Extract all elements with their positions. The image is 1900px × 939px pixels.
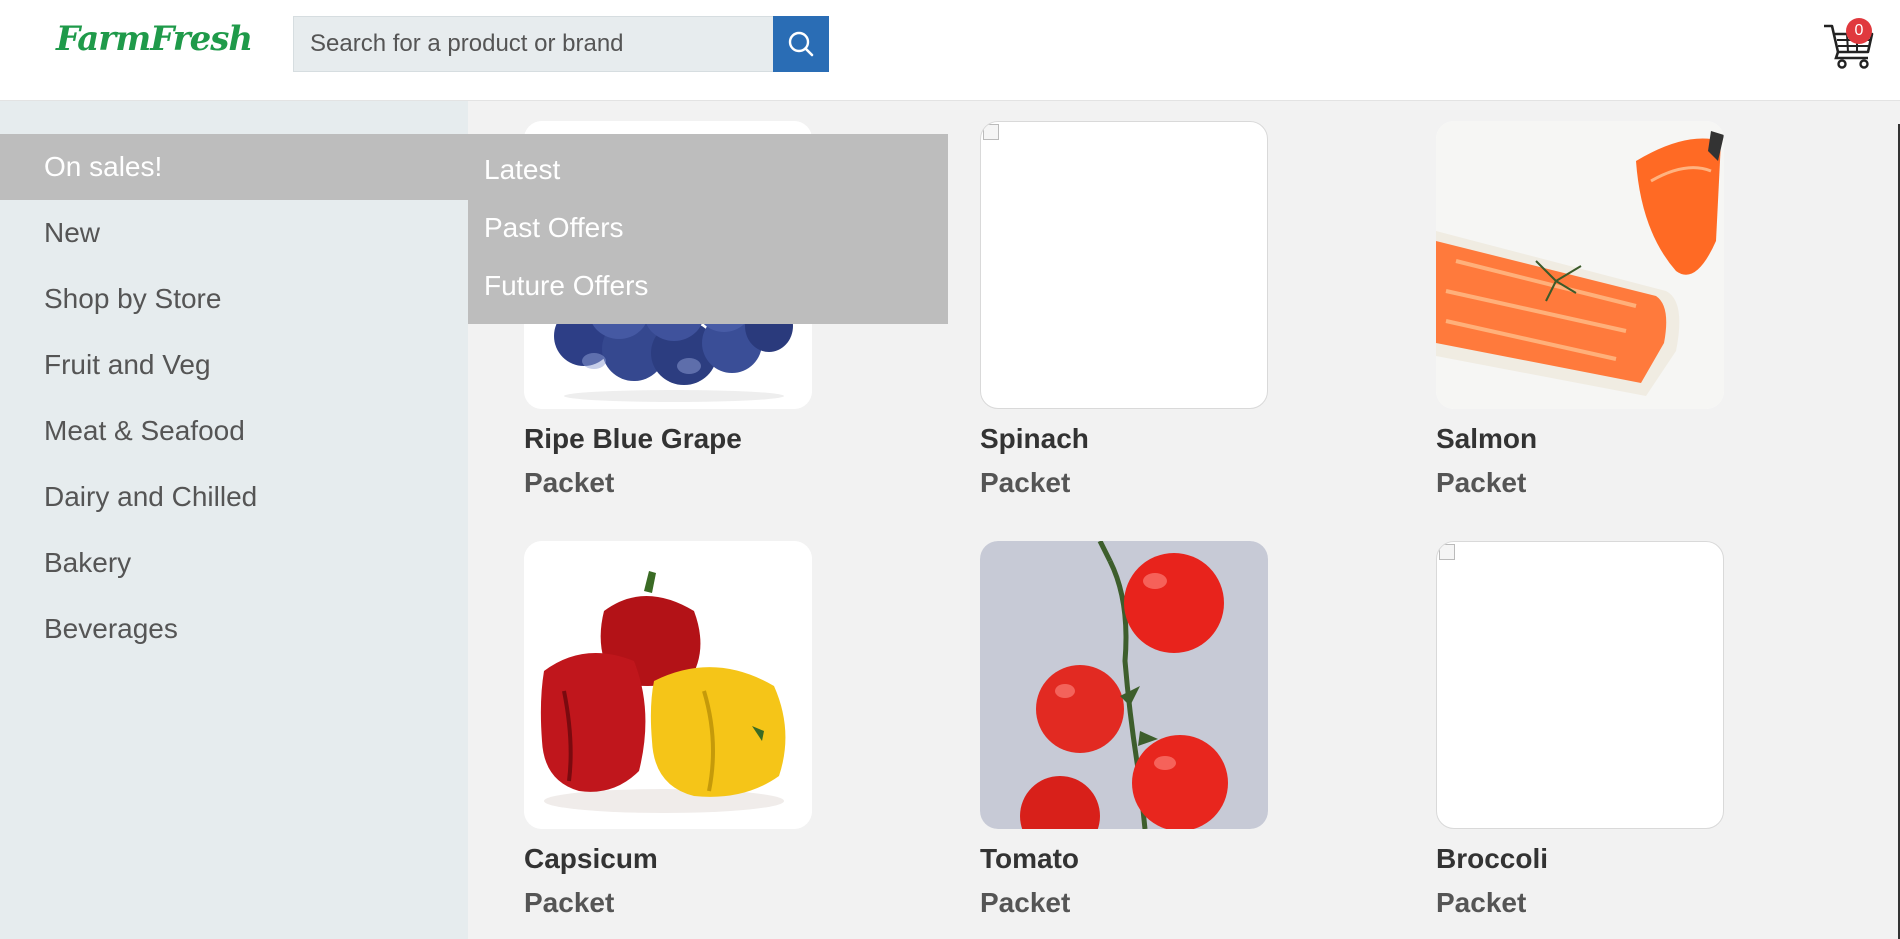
product-card[interactable]: Tomato Packet (980, 541, 1270, 919)
product-name[interactable]: Salmon (1436, 423, 1726, 455)
product-name[interactable]: Broccoli (1436, 843, 1726, 875)
cart-count-badge: 0 (1846, 18, 1872, 44)
salmon-image (1436, 121, 1724, 409)
product-name[interactable]: Ripe Blue Grape (524, 423, 814, 455)
farmfresh-logo[interactable]: FarmFresh (52, 14, 253, 64)
broken-image-icon (1439, 544, 1455, 560)
search-button[interactable] (773, 16, 829, 72)
sidebar-item-on-sales[interactable]: On sales! (0, 134, 468, 200)
product-image[interactable] (980, 121, 1268, 409)
sidebar-item-fruit-and-veg[interactable]: Fruit and Veg (0, 332, 468, 398)
product-card[interactable]: Capsicum Packet (524, 541, 814, 919)
submenu-item-latest[interactable]: Latest (484, 154, 560, 186)
product-name[interactable]: Capsicum (524, 843, 814, 875)
product-card[interactable]: Salmon Packet (1436, 121, 1726, 499)
product-unit: Packet (980, 467, 1071, 498)
logo-text: FarmFresh (56, 19, 253, 59)
product-unit: Packet (1436, 467, 1527, 498)
product-unit: Packet (524, 467, 615, 498)
submenu-item-past-offers[interactable]: Past Offers (484, 212, 624, 244)
product-card[interactable]: Broccoli Packet (1436, 541, 1726, 919)
sidebar-item-beverages[interactable]: Beverages (0, 596, 468, 662)
product-unit: Packet (980, 887, 1071, 918)
sidebar-item-dairy-chilled[interactable]: Dairy and Chilled (0, 464, 468, 530)
sidebar-item-shop-by-store[interactable]: Shop by Store (0, 266, 468, 332)
category-sidebar: On sales! New Shop by Store Fruit and Ve… (0, 101, 468, 939)
broken-image-icon (983, 124, 999, 140)
product-image[interactable] (524, 541, 812, 829)
submenu-item-future-offers[interactable]: Future Offers (484, 270, 648, 302)
sidebar-item-new[interactable]: New (0, 200, 468, 266)
product-name[interactable]: Spinach (980, 423, 1270, 455)
tomato-image (980, 541, 1268, 829)
search-icon (788, 31, 814, 57)
product-card[interactable]: Spinach Packet (980, 121, 1270, 499)
top-header: FarmFresh 0 (0, 0, 1900, 101)
sidebar-item-bakery[interactable]: Bakery (0, 530, 468, 596)
product-unit: Packet (1436, 887, 1527, 918)
sidebar-item-meat-seafood[interactable]: Meat & Seafood (0, 398, 468, 464)
search-input[interactable] (293, 16, 773, 72)
product-image[interactable] (1436, 541, 1724, 829)
product-image[interactable] (980, 541, 1268, 829)
product-unit: Packet (524, 887, 615, 918)
capsicum-image (524, 541, 812, 829)
product-name[interactable]: Tomato (980, 843, 1270, 875)
product-image[interactable] (1436, 121, 1724, 409)
on-sales-submenu: Latest Past Offers Future Offers (468, 134, 948, 324)
